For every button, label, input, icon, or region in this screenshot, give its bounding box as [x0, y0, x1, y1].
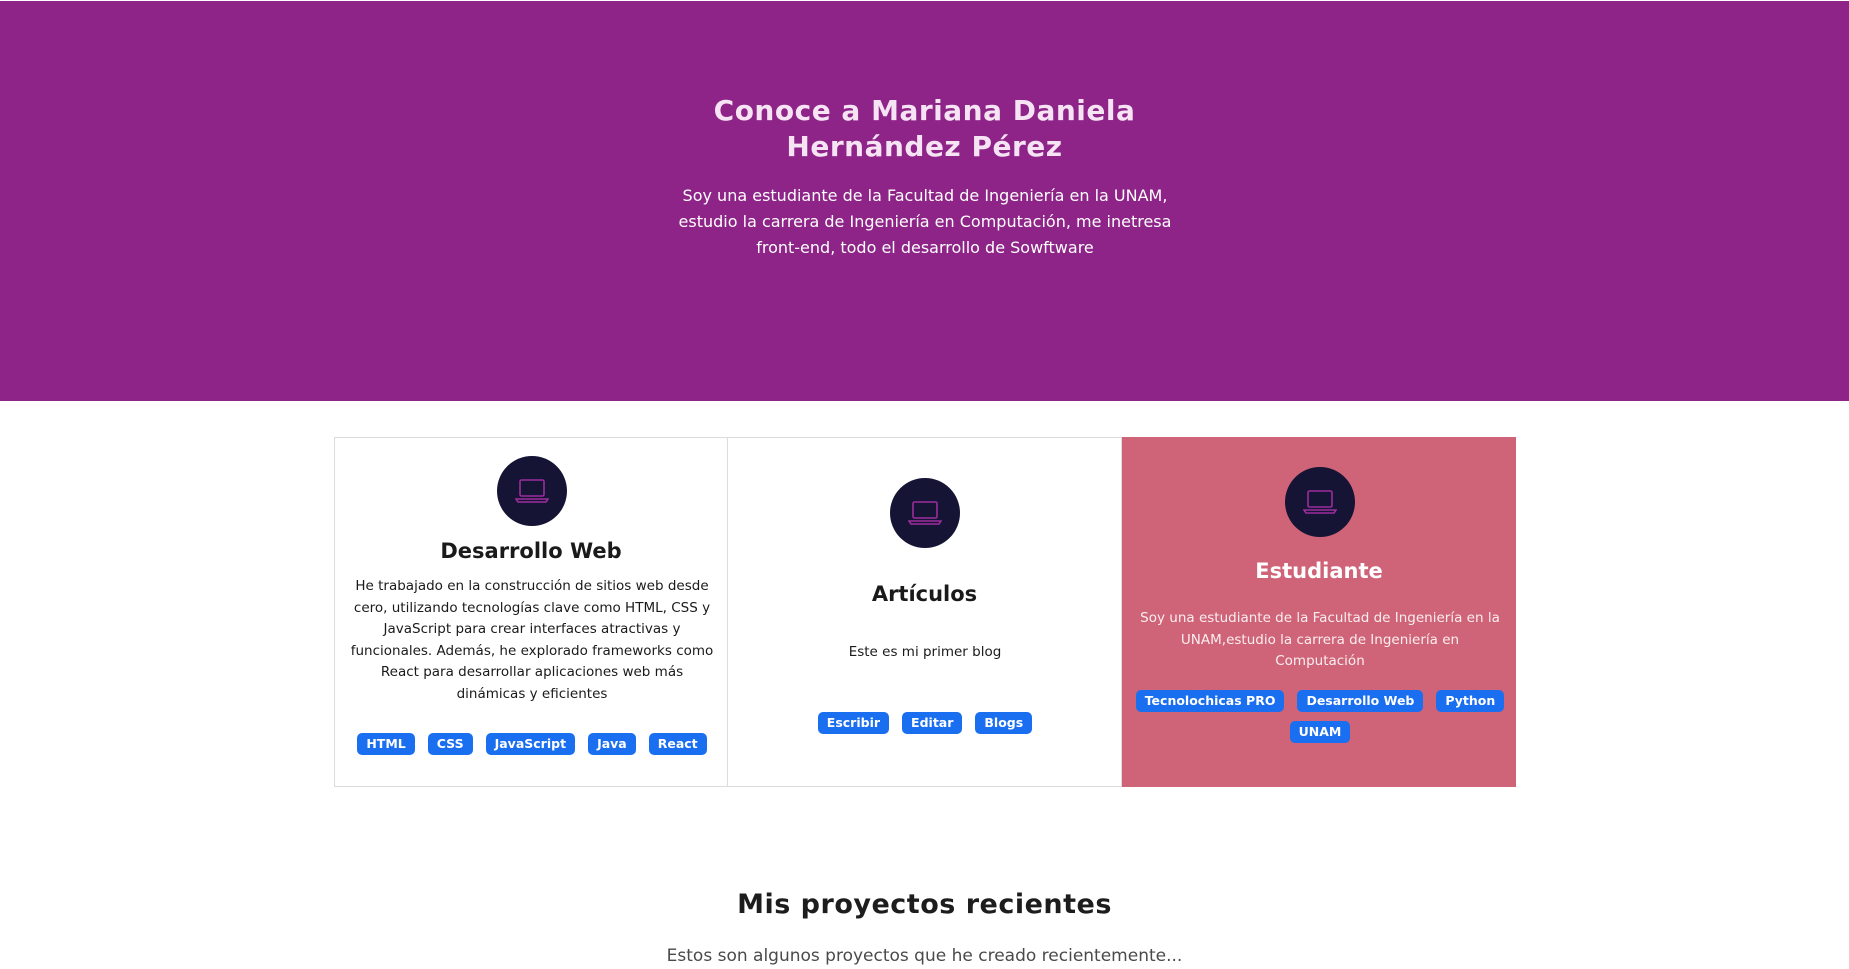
- card-title: Desarrollo Web: [440, 539, 622, 563]
- hero-title-line-2: Hernández Pérez: [786, 130, 1063, 163]
- tag-python[interactable]: Python: [1436, 690, 1505, 712]
- tag-list: Escribir Editar Blogs: [738, 712, 1112, 734]
- hero-title-line-1: Conoce a Mariana Daniela: [713, 94, 1136, 127]
- tag-list: HTML CSS JavaScript Java React: [345, 733, 719, 755]
- tag-javascript[interactable]: JavaScript: [485, 733, 576, 755]
- tag-list: Tecnolochicas PRO Desarrollo Web Python …: [1133, 690, 1507, 743]
- card-text: He trabajado en la construcción de sitio…: [350, 578, 714, 702]
- card-articulos: Artículos Este es mi primer blog Escribi…: [728, 437, 1122, 787]
- card-text: Soy una estudiante de la Facultad de Ing…: [1140, 610, 1500, 669]
- card-title: Estudiante: [1255, 559, 1383, 583]
- hero-description: Soy una estudiante de la Facultad de Ing…: [678, 186, 1172, 257]
- tag-blogs[interactable]: Blogs: [975, 712, 1033, 734]
- services-cards: Desarrollo Web He trabajado en la constr…: [334, 437, 1516, 787]
- card-text: Este es mi primer blog: [848, 644, 1002, 660]
- tag-html[interactable]: HTML: [357, 733, 415, 755]
- card-title: Artículos: [871, 582, 978, 606]
- tag-react[interactable]: React: [648, 733, 707, 755]
- hero-section: Conoce a Mariana Daniela Hernández Pérez…: [0, 0, 1849, 401]
- laptop-icon: [1285, 467, 1355, 537]
- card-estudiante: Estudiante Soy una estudiante de la Facu…: [1122, 437, 1516, 787]
- projects-subtitle: Estos son algunos proyectos que he cread…: [666, 946, 1183, 966]
- tag-tecnolochicas-pro[interactable]: Tecnolochicas PRO: [1135, 690, 1285, 712]
- tag-unam[interactable]: UNAM: [1289, 721, 1351, 743]
- hero-title: Conoce a Mariana Daniela Hernández Pérez: [0, 93, 1849, 165]
- tag-java[interactable]: Java: [588, 733, 636, 755]
- laptop-icon: [890, 478, 960, 548]
- tag-desarrollo-web[interactable]: Desarrollo Web: [1297, 690, 1424, 712]
- tag-editar[interactable]: Editar: [902, 712, 963, 734]
- projects-title: Mis proyectos recientes: [737, 889, 1112, 920]
- tag-css[interactable]: CSS: [427, 733, 473, 755]
- laptop-icon: [497, 456, 567, 526]
- tag-escribir[interactable]: Escribir: [817, 712, 890, 734]
- card-desarrollo-web: Desarrollo Web He trabajado en la constr…: [334, 437, 728, 787]
